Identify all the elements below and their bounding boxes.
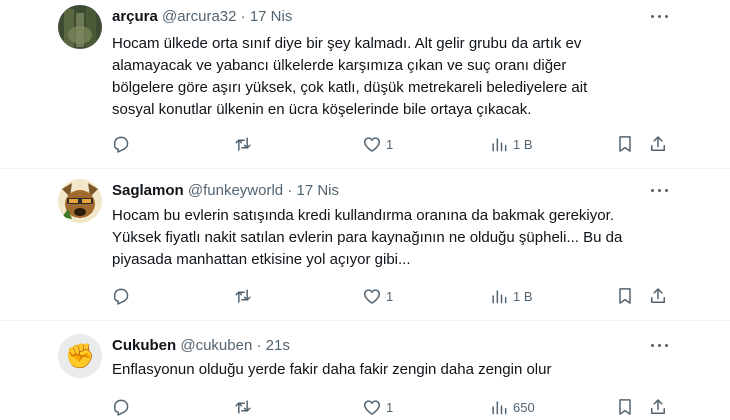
like-button[interactable]: 1 (362, 397, 393, 417)
avatar[interactable] (58, 179, 102, 223)
tweet-text: Hocam ülkede orta sınıf diye bir şey kal… (112, 33, 672, 121)
like-button[interactable]: 1 (362, 134, 393, 154)
reply-button[interactable] (111, 134, 131, 154)
tweet-text-line: sosyal konutlar ülkenin en ücra köşeleri… (112, 101, 532, 118)
heart-icon (363, 289, 381, 304)
view-count: 1 B (513, 136, 533, 152)
bookmark-button[interactable] (615, 134, 635, 154)
author-handle[interactable]: @arcura32 (162, 8, 236, 25)
views-button[interactable]: 650 (489, 397, 535, 417)
author-name[interactable]: Cukuben (112, 337, 176, 354)
tweet-text-line: piyasada manhattan etkisine yol açıyor g… (112, 251, 411, 268)
retweet-button[interactable] (233, 397, 253, 417)
tweet-text-line: alamayacak ve yabancı ülkelerde karşımız… (112, 57, 567, 74)
author-handle[interactable]: @cukuben (180, 337, 252, 354)
like-button[interactable]: 1 (362, 286, 393, 306)
bookmark-button[interactable] (615, 286, 635, 306)
more-icon[interactable] (648, 8, 672, 26)
reply-button[interactable] (111, 397, 131, 417)
retweet-button[interactable] (233, 134, 253, 154)
share-button[interactable] (648, 286, 668, 306)
view-count: 650 (513, 399, 535, 415)
heart-icon (363, 400, 381, 415)
like-count: 1 (386, 288, 394, 304)
separator-dot: · (287, 182, 293, 199)
reply-button[interactable] (111, 286, 131, 306)
tweet[interactable]: Saglamon @funkeyworld · 17 Nis Hocam bu … (0, 169, 730, 319)
tweet-text-line: Hocam bu evlerin satışında kredi kulland… (112, 207, 614, 224)
share-icon (651, 288, 665, 303)
bookmark-icon (619, 399, 631, 415)
timestamp[interactable]: 17 Nis (250, 8, 293, 25)
bookmark-icon (619, 288, 631, 304)
views-icon (492, 401, 507, 415)
like-count: 1 (386, 399, 394, 415)
author-name[interactable]: arçura (112, 8, 158, 25)
reply-icon (114, 399, 129, 416)
retweet-icon (235, 400, 251, 414)
more-icon[interactable] (648, 182, 672, 200)
raised-fist-icon: ✊ (65, 342, 95, 370)
views-icon (492, 290, 507, 304)
tweet-text: Hocam bu evlerin satışında kredi kulland… (112, 205, 672, 271)
like-count: 1 (386, 136, 394, 152)
author-handle[interactable]: @funkeyworld (188, 182, 283, 199)
views-icon (492, 138, 507, 152)
share-button[interactable] (648, 134, 668, 154)
tweet-text-line: bölgelere göre aşırı yüksek, çok katlı, … (112, 79, 588, 96)
views-button[interactable]: 1 B (489, 134, 533, 154)
view-count: 1 B (513, 288, 533, 304)
tweet[interactable]: arçura @arcura32 · 17 Nis Hocam ülkede o… (0, 0, 730, 164)
views-button[interactable]: 1 B (489, 286, 533, 306)
retweet-button[interactable] (233, 286, 253, 306)
author-name[interactable]: Saglamon (112, 182, 184, 199)
retweet-icon (235, 289, 251, 303)
separator-dot: · (256, 337, 262, 354)
more-icon[interactable] (648, 337, 672, 355)
tweet-text-line: Hocam ülkede orta sınıf diye bir şey kal… (112, 35, 582, 52)
avatar[interactable] (58, 5, 102, 49)
tweet-text-line: Yüksek fiyatlı nakit satılan evlerin par… (112, 229, 623, 246)
share-icon (651, 136, 665, 151)
tweet-text: Enflasyonun olduğu yerde fakir daha faki… (112, 359, 672, 381)
reply-icon (114, 288, 129, 305)
bookmark-button[interactable] (615, 397, 635, 417)
reply-icon (114, 136, 129, 153)
bookmark-icon (619, 136, 631, 152)
share-button[interactable] (648, 397, 668, 417)
separator-dot: · (240, 8, 246, 25)
heart-icon (363, 137, 381, 152)
timestamp[interactable]: 21s (266, 337, 290, 354)
tweet-text-line: Enflasyonun olduğu yerde fakir daha faki… (112, 361, 552, 378)
retweet-icon (235, 137, 251, 151)
share-icon (651, 399, 665, 414)
timestamp[interactable]: 17 Nis (296, 182, 339, 199)
avatar[interactable]: ✊ (58, 334, 102, 378)
tweet[interactable]: ✊ Cukuben @cukuben · 21s Enflasyonun old… (0, 321, 730, 420)
